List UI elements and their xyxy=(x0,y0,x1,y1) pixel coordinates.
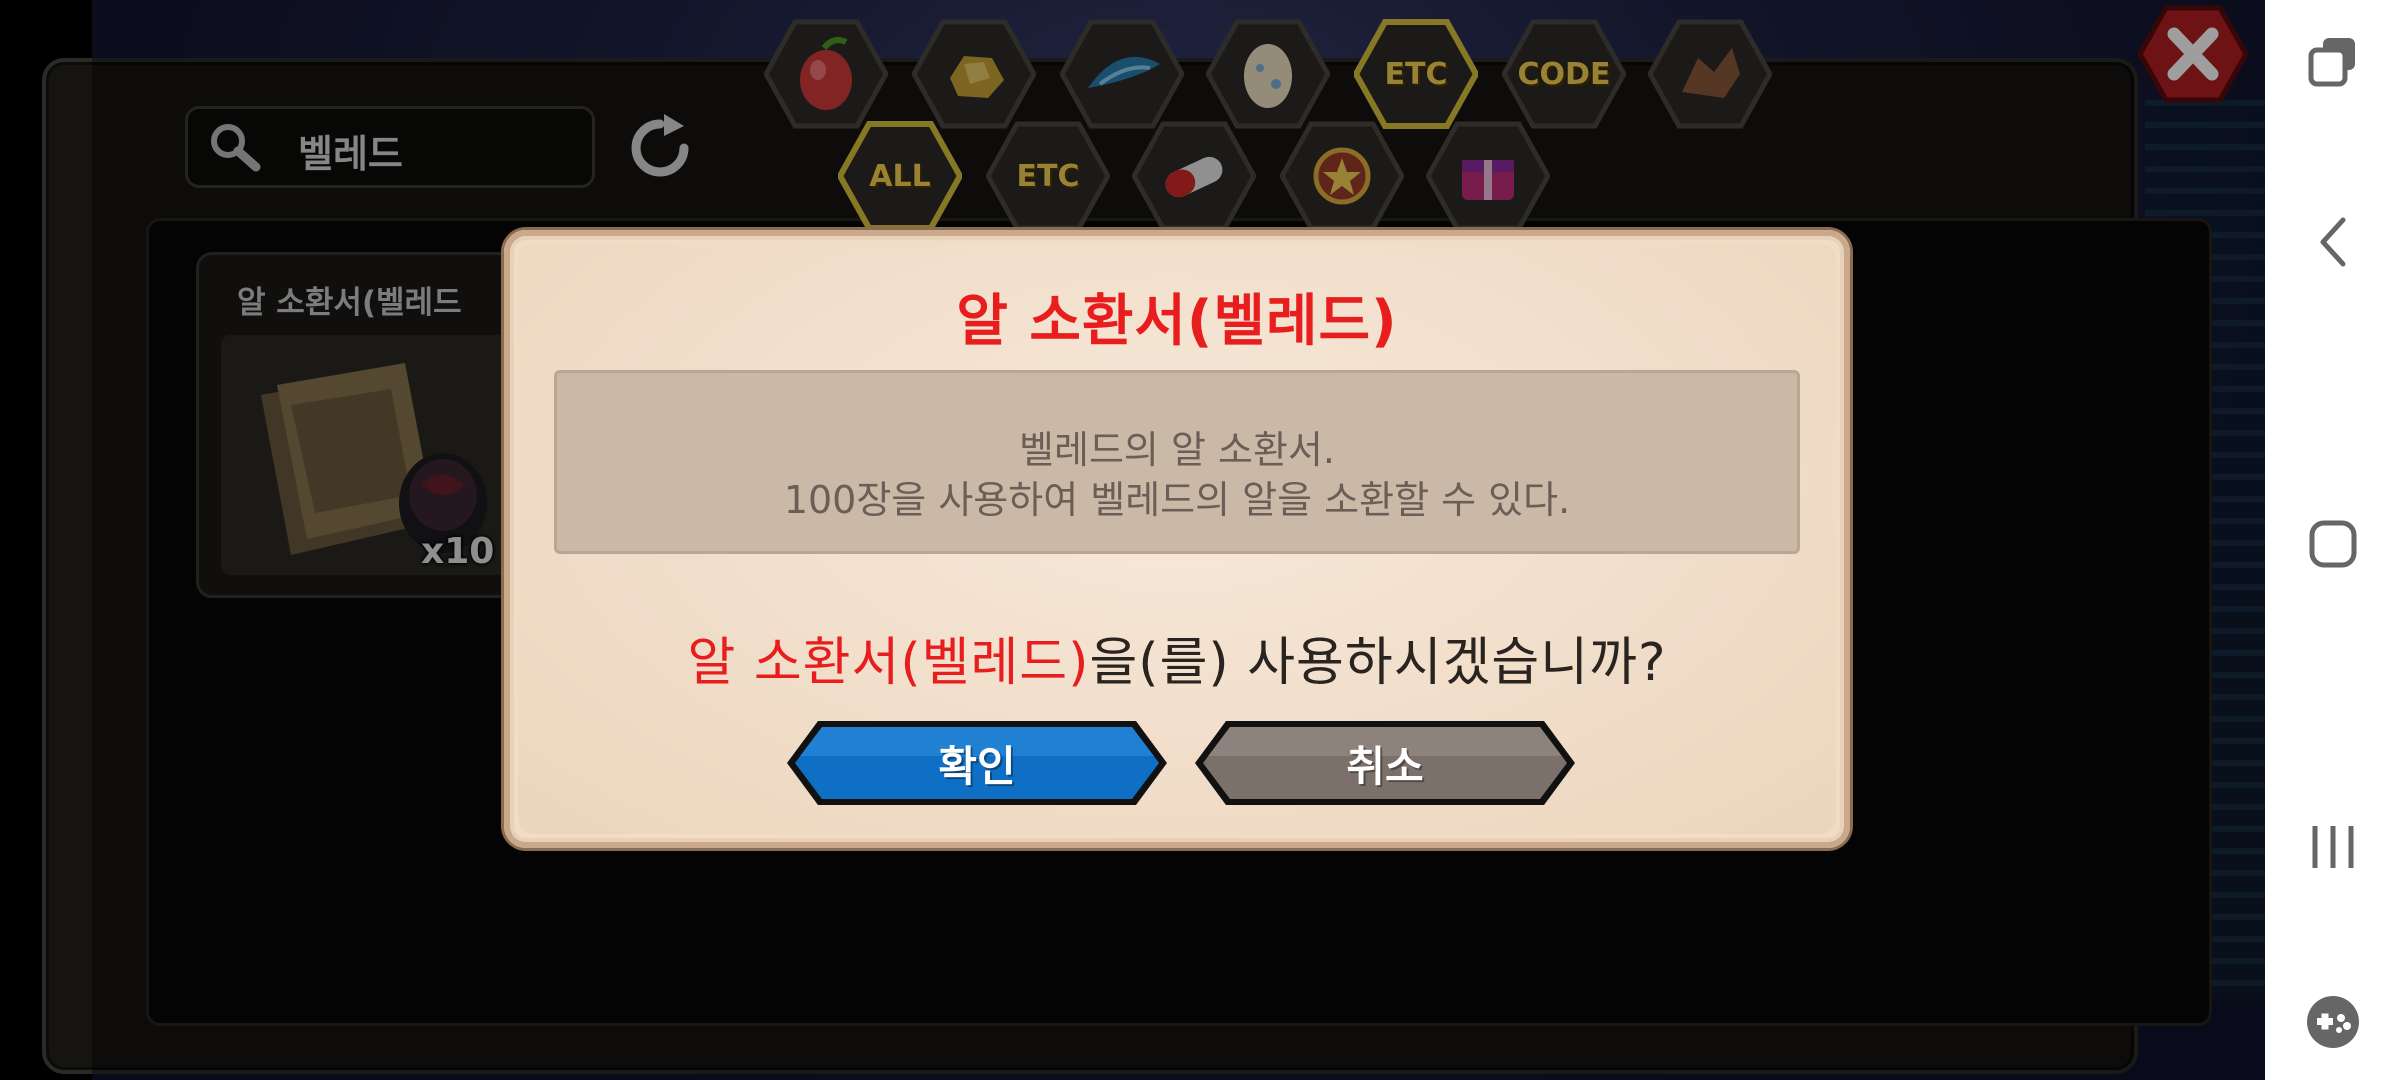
cancel-button[interactable]: 취소 xyxy=(1192,718,1578,808)
question-text: 을(를) 사용하시겠습니까? xyxy=(1089,633,1667,693)
confirm-question: 알 소환서(벨레드)을(를) 사용하시겠습니까? xyxy=(504,620,1850,695)
home-icon[interactable] xyxy=(2265,518,2400,570)
back-icon[interactable] xyxy=(2265,214,2400,270)
android-nav-bar xyxy=(2265,0,2400,1080)
question-item-name: 알 소환서(벨레드) xyxy=(687,633,1090,693)
description-line: 100장을 사용하여 벨레드의 알을 소환할 수 있다. xyxy=(783,478,1571,522)
menu-icon[interactable] xyxy=(2265,822,2400,872)
confirm-dialog: 알 소환서(벨레드) 벨레드의 알 소환서. 100장을 사용하여 벨레드의 알… xyxy=(504,230,1850,848)
description-box: 벨레드의 알 소환서. 100장을 사용하여 벨레드의 알을 소환할 수 있다. xyxy=(554,370,1800,554)
recent-apps-icon[interactable] xyxy=(2265,34,2400,90)
confirm-button[interactable]: 확인 xyxy=(784,718,1170,808)
dialog-title: 알 소환서(벨레드) xyxy=(956,289,1398,354)
game-launcher-icon[interactable] xyxy=(2265,994,2400,1050)
description-line: 벨레드의 알 소환서. xyxy=(1019,428,1335,472)
